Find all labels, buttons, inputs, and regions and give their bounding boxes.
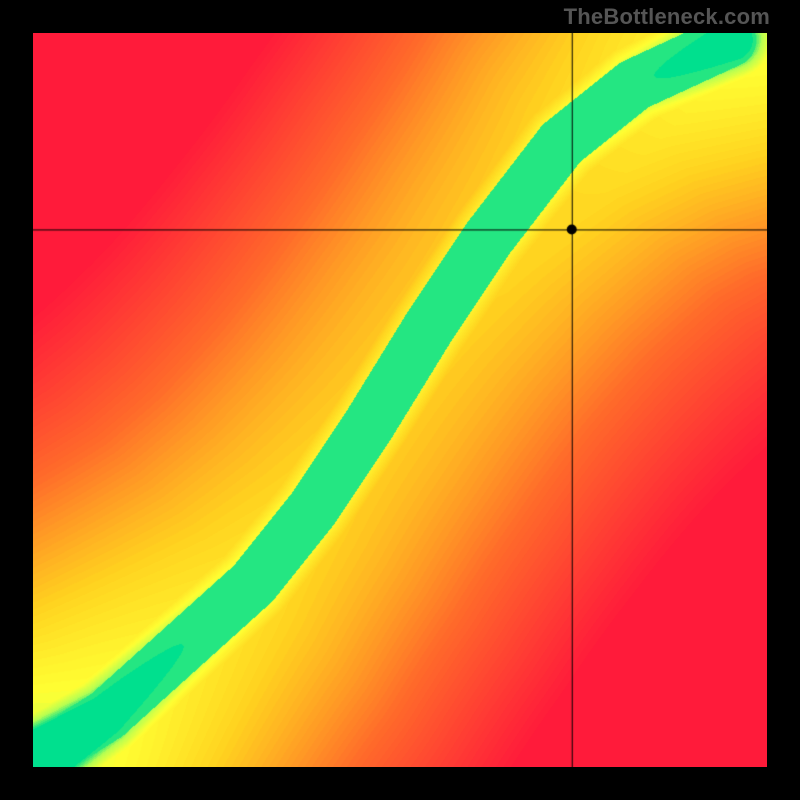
heatmap-plot (33, 33, 767, 767)
watermark-text: TheBottleneck.com (564, 4, 770, 30)
chart-frame: TheBottleneck.com (0, 0, 800, 800)
heatmap-canvas (33, 33, 767, 767)
